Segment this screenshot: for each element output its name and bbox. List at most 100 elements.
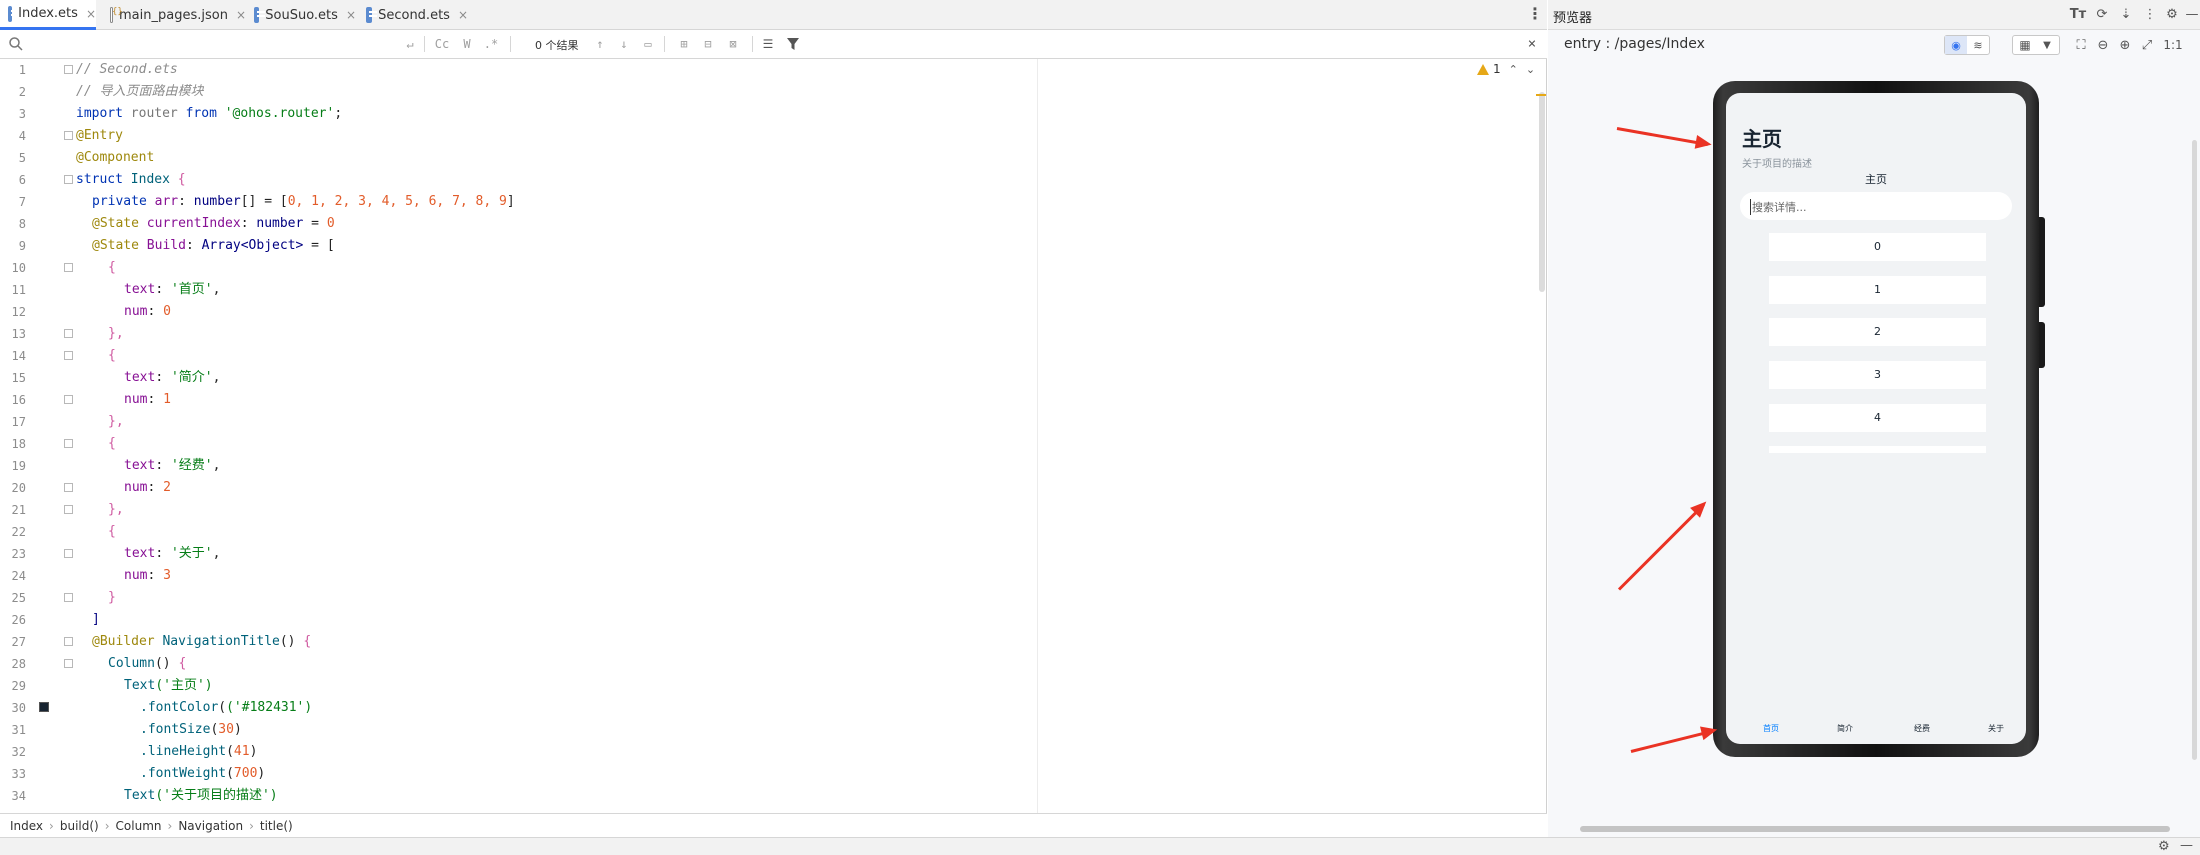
fold-marker-icon[interactable] [64, 395, 73, 404]
find-input[interactable] [28, 34, 408, 54]
warning-marker[interactable] [1536, 94, 1546, 96]
list-item[interactable]: 0 [1769, 233, 1986, 261]
breadcrumb-item[interactable]: Navigation [178, 819, 243, 833]
list-item[interactable]: 5 [1769, 446, 1986, 453]
line-number: 14 [11, 349, 26, 363]
previewer-horizontal-scrollbar[interactable] [1580, 826, 2170, 832]
filter-icon[interactable] [786, 37, 800, 51]
close-icon[interactable]: × [86, 7, 96, 21]
tab-about[interactable]: 关于 [1988, 723, 2004, 734]
select-all-occurrences-icon[interactable]: ▭ [640, 35, 656, 53]
number-list[interactable]: 0 1 2 3 4 5 [1726, 233, 2026, 453]
fold-marker-icon[interactable] [64, 483, 73, 492]
line-number: 12 [11, 305, 26, 319]
close-icon[interactable]: × [1524, 35, 1540, 53]
fold-marker-icon[interactable] [64, 505, 73, 514]
gear-icon[interactable]: ⚙ [2158, 839, 2170, 854]
zoom-in-icon[interactable]: ⊕ [2116, 36, 2134, 54]
color-swatch-icon[interactable] [39, 702, 49, 712]
fold-marker-icon[interactable] [64, 351, 73, 360]
list-item[interactable]: 3 [1769, 361, 1986, 389]
gear-icon[interactable]: ⚙ [2164, 6, 2180, 22]
previewer-vertical-scrollbar[interactable] [2192, 140, 2197, 760]
minimize-icon[interactable]: — [2180, 838, 2193, 853]
grid-icon: ▦ [2019, 38, 2031, 52]
fold-marker-icon[interactable] [64, 131, 73, 140]
vector-icon[interactable]: ⇣ [2118, 6, 2134, 22]
new-line-icon[interactable]: ↵ [402, 35, 418, 53]
text-size-icon[interactable]: Tт [2070, 6, 2086, 22]
close-icon[interactable]: × [346, 8, 356, 22]
arrow-up-icon[interactable]: ↑ [592, 35, 608, 53]
more-vertical-icon[interactable]: ⋮ [1527, 4, 1543, 23]
fold-marker-icon[interactable] [64, 659, 73, 668]
inspection-widget[interactable]: 1 ⌃ ⌄ [1477, 62, 1535, 76]
breadcrumb: Index › build() › Column › Navigation › titl… [0, 813, 1547, 837]
add-selection-icon[interactable]: ⊞ [676, 35, 692, 53]
line-number: 9 [18, 239, 26, 253]
view-mode-switch[interactable]: ◉ ≋ [1944, 35, 1990, 55]
phone-screen[interactable]: 主页 关于项目的描述 主页 搜索详情... 0 1 2 3 4 5 首页 简介 … [1726, 93, 2026, 744]
previewer-title: 预览器 [1553, 11, 1593, 26]
more-vertical-icon[interactable]: ⋮ [2142, 6, 2158, 22]
fold-marker-icon[interactable] [64, 593, 73, 602]
eye-icon[interactable]: ◉ [1945, 36, 1967, 54]
breadcrumb-item[interactable]: build() [60, 819, 99, 833]
actual-size-button[interactable]: 1:1 [2160, 36, 2186, 54]
fold-marker-icon[interactable] [64, 439, 73, 448]
tab-funding[interactable]: 经费 [1914, 723, 1930, 734]
regex-toggle[interactable]: .* [482, 35, 500, 53]
refresh-icon[interactable]: ⟳ [2094, 6, 2110, 22]
line-number: 13 [11, 327, 26, 341]
tab-second-ets[interactable]: Second.ets × [358, 0, 468, 30]
breadcrumb-item[interactable]: title() [260, 819, 293, 833]
fold-marker-icon[interactable] [64, 329, 73, 338]
list-item[interactable]: 4 [1769, 404, 1986, 432]
tab-index-ets[interactable]: Index.ets × [0, 0, 96, 30]
fold-marker-icon[interactable] [64, 637, 73, 646]
list-item[interactable]: 1 [1769, 276, 1986, 304]
match-case-toggle[interactable]: Cc [432, 35, 452, 53]
arrow-down-icon[interactable]: ↓ [616, 35, 632, 53]
find-bar: ↵ Cc W .* 0 个结果 ↑ ↓ ▭ ⊞ ⊟ ⊠ ☰ × [0, 30, 1547, 59]
remove-selection-icon[interactable]: ⊟ [700, 35, 716, 53]
tab-sousuo-ets[interactable]: SouSuo.ets × [246, 0, 356, 30]
editor-tab-bar: Index.ets × main_pages.json × SouSuo.ets… [0, 0, 1547, 30]
previewer-header: 预览器 Tт ⟳ ⇣ ⋮ ⚙ — [1548, 0, 2200, 30]
search-input[interactable]: 搜索详情... [1740, 192, 2012, 220]
zoom-out-icon[interactable]: ⊖ [2094, 36, 2112, 54]
fit-screen-icon[interactable]: ⛶ [2072, 36, 2090, 54]
fold-marker-icon[interactable] [64, 549, 73, 558]
expand-icon[interactable]: ⤢ [2138, 36, 2156, 54]
device-select[interactable]: ▦ ▼ [2012, 35, 2060, 55]
breadcrumb-item[interactable]: Index [10, 819, 43, 833]
tab-intro[interactable]: 简介 [1837, 723, 1853, 734]
select-all-icon[interactable]: ⊠ [724, 35, 742, 53]
ets-file-icon [366, 7, 378, 23]
close-icon[interactable]: × [236, 8, 246, 22]
nav-center-title: 主页 [1865, 173, 1887, 186]
fold-marker-icon[interactable] [64, 65, 73, 74]
tab-home[interactable]: 首页 [1763, 723, 1779, 734]
find-result-count: 0 个结果 [535, 39, 579, 52]
chevron-up-icon[interactable]: ⌃ [1509, 63, 1518, 76]
chevron-down-icon[interactable]: ⌄ [1526, 63, 1535, 76]
search-icon[interactable] [8, 36, 24, 52]
close-icon[interactable]: × [458, 8, 468, 22]
layers-icon[interactable]: ≋ [1967, 36, 1989, 54]
line-number: 33 [11, 767, 26, 781]
list-item[interactable]: 2 [1769, 318, 1986, 346]
nav-title: 主页 [1742, 127, 1782, 151]
tab-main-pages-json[interactable]: main_pages.json × [102, 0, 246, 30]
line-number: 5 [18, 151, 26, 165]
right-margin-guide [1037, 59, 1038, 815]
line-number: 17 [11, 415, 26, 429]
filter-lines-icon[interactable]: ☰ [760, 35, 776, 53]
code-area[interactable]: // Second.ets // 导入页面路由模块 import router … [76, 59, 1536, 815]
fold-marker-icon[interactable] [64, 175, 73, 184]
breadcrumb-item[interactable]: Column [116, 819, 162, 833]
fold-marker-icon[interactable] [64, 263, 73, 272]
minimize-icon[interactable]: — [2184, 6, 2200, 22]
editor-scrollbar[interactable] [1539, 92, 1545, 292]
match-word-toggle[interactable]: W [458, 35, 476, 53]
